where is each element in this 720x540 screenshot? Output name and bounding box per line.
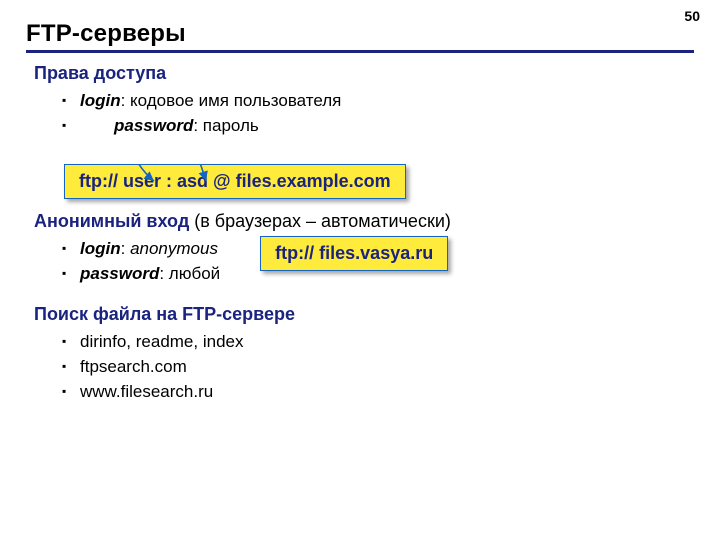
colon: :	[121, 239, 130, 258]
section-heading-search: Поиск файла на FTP-сервере	[34, 304, 686, 325]
term-login: login	[80, 239, 121, 258]
list-item: password: пароль	[34, 113, 686, 138]
term-password: password	[80, 264, 159, 283]
callout-ftp-anon: ftp:// files.vasya.ru	[260, 236, 448, 271]
callout-wrap: ftp:// files.vasya.ru	[260, 236, 448, 271]
term-desc: : пароль	[193, 116, 258, 135]
term-value: anonymous	[130, 239, 218, 258]
term-desc: : любой	[159, 264, 220, 283]
item-text: ftpsearch.com	[80, 357, 187, 376]
term-desc: : кодовое имя пользователя	[121, 91, 342, 110]
list-item: password: любой	[34, 261, 220, 286]
search-list: dirinfo, readme, index ftpsearch.com www…	[34, 329, 686, 404]
term-password: password	[114, 116, 193, 135]
list-item: dirinfo, readme, index	[34, 329, 686, 354]
page-number: 50	[684, 8, 700, 24]
item-text: dirinfo, readme, index	[80, 332, 243, 351]
list-item: login: кодовое имя пользователя	[34, 88, 686, 113]
slide-content: Права доступа login: кодовое имя пользов…	[26, 63, 694, 404]
section-heading-anon: Анонимный вход (в браузерах – автоматиче…	[34, 211, 686, 232]
term-login: login	[80, 91, 121, 110]
list-item: login: anonymous	[34, 236, 220, 261]
list-item: www.filesearch.ru	[34, 379, 686, 404]
list-item: ftpsearch.com	[34, 354, 686, 379]
callout-ftp-auth: ftp:// user : asd @ files.example.com	[64, 164, 406, 199]
anon-list: login: anonymous password: любой	[34, 236, 220, 286]
heading-note: (в браузерах – автоматически)	[189, 211, 451, 231]
callout-row-1: ftp:// user : asd @ files.example.com	[34, 164, 686, 199]
slide-title: FTP-серверы	[26, 20, 694, 53]
item-text: www.filesearch.ru	[80, 382, 213, 401]
section-heading-access: Права доступа	[34, 63, 686, 84]
access-list: login: кодовое имя пользователя password…	[34, 88, 686, 138]
heading-text: Анонимный вход	[34, 211, 189, 231]
